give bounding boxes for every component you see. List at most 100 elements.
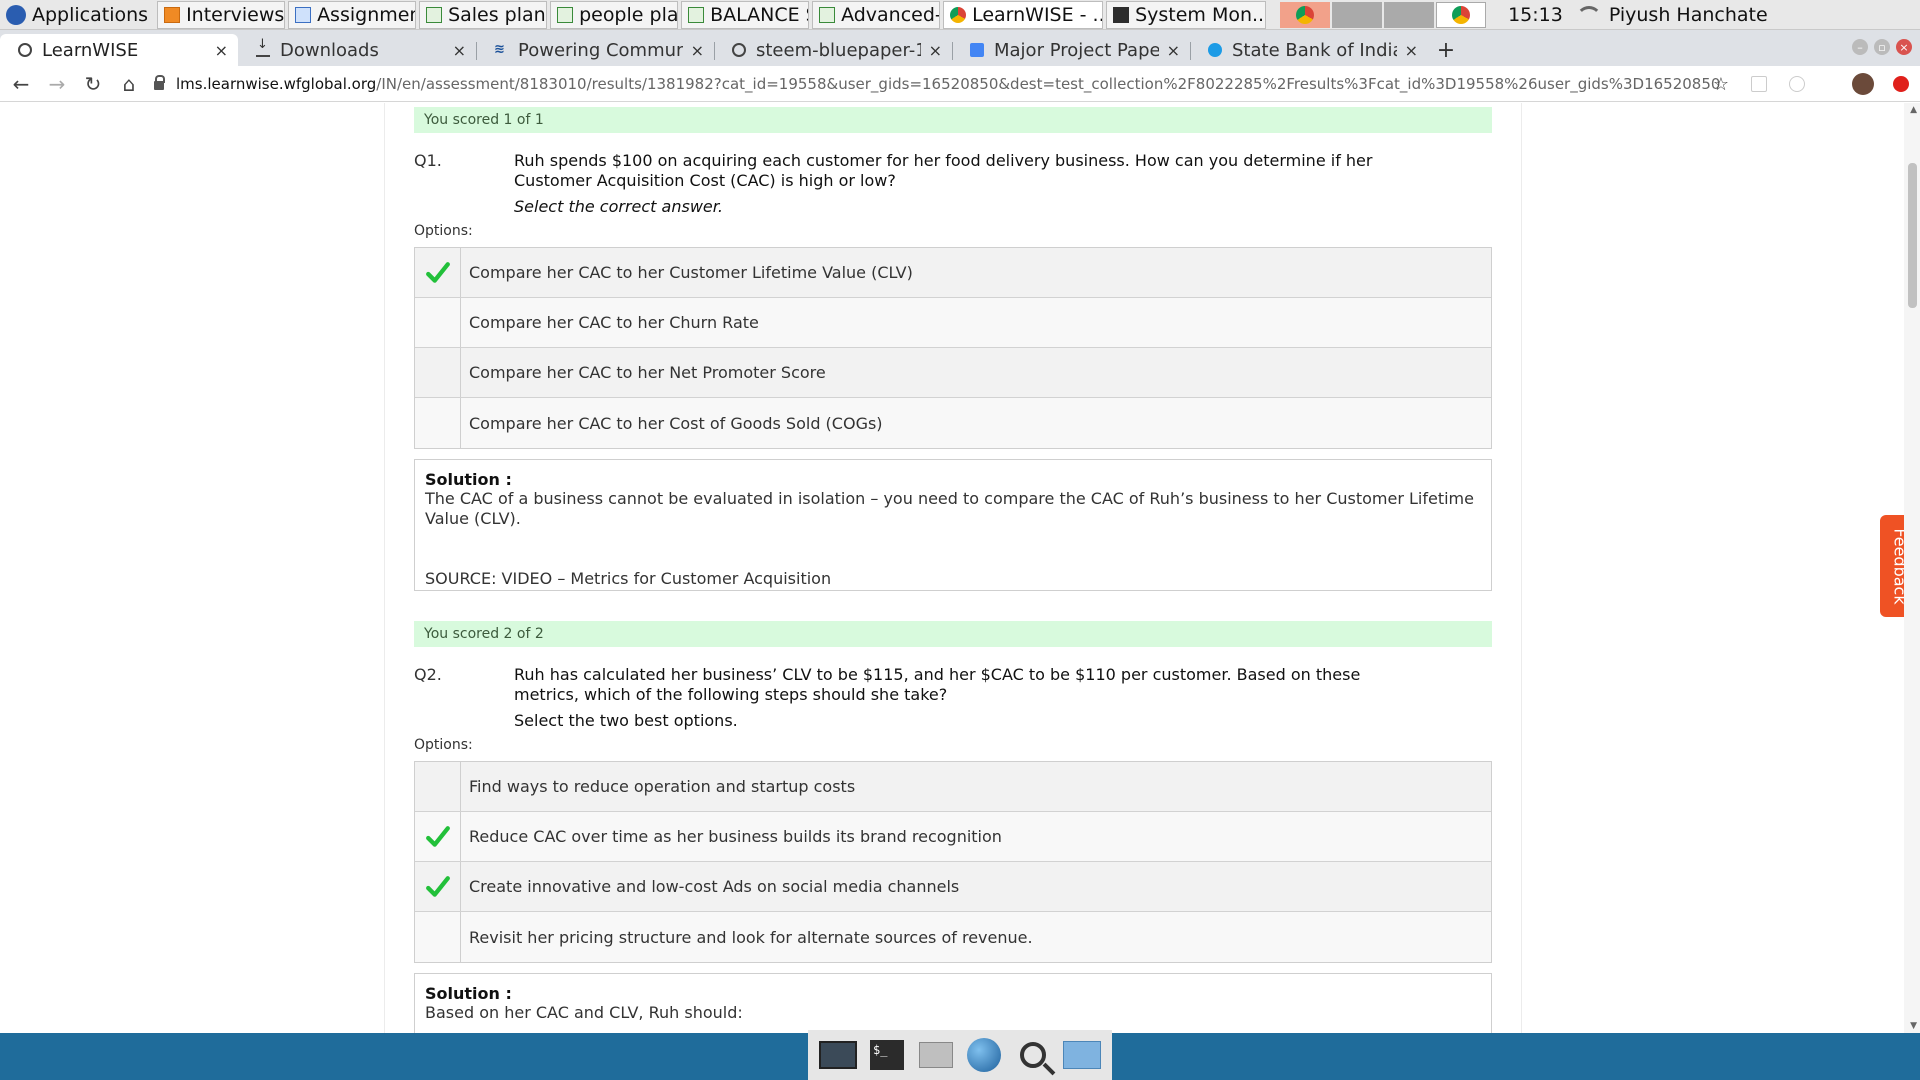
- page-viewport: You scored 1 of 1 Q1. Ruh spends $100 on…: [0, 103, 1920, 1033]
- address-bar[interactable]: lms.learnwise.wfglobal.org/IN/en/assessm…: [154, 70, 1774, 98]
- extension-icon[interactable]: [1888, 71, 1914, 97]
- tab-title: Downloads: [280, 39, 379, 61]
- taskbar-item-learnwise[interactable]: LearnWISE - ...: [943, 0, 1104, 29]
- option-text: Compare her CAC to her Net Promoter Scor…: [469, 363, 826, 382]
- adblock-icon: [1893, 76, 1909, 92]
- option-mark: [415, 862, 461, 911]
- user-name[interactable]: Piyush Hanchate: [1609, 4, 1768, 26]
- tab-major-project[interactable]: Major Project Paper ( ×: [952, 34, 1190, 66]
- page-scrollbar[interactable]: ▲ ▼: [1904, 103, 1920, 1033]
- tray-chrome-app[interactable]: [1280, 1, 1331, 28]
- dock-show-desktop[interactable]: [818, 1036, 858, 1074]
- option-text: Compare her CAC to her Cost of Goods Sol…: [469, 413, 883, 433]
- extension-icon[interactable]: [1784, 71, 1810, 97]
- back-button[interactable]: ←: [6, 69, 36, 99]
- close-icon[interactable]: ×: [215, 41, 228, 60]
- close-icon[interactable]: ×: [453, 41, 466, 60]
- forward-button[interactable]: →: [42, 69, 72, 99]
- taskbar-item-system-monitor[interactable]: System Mon...: [1106, 0, 1267, 29]
- tray-workspace-1[interactable]: [1332, 1, 1383, 28]
- dock-terminal[interactable]: $_: [867, 1036, 907, 1074]
- tab-state-bank[interactable]: State Bank of India ×: [1190, 34, 1428, 66]
- check-icon: [425, 825, 450, 847]
- solution-title: Solution :: [425, 984, 512, 1003]
- options-label: Options:: [414, 223, 473, 239]
- taskbar-item-advanced[interactable]: Advanced-E...: [812, 0, 941, 29]
- wifi-icon[interactable]: [1575, 5, 1602, 24]
- option-row: Create innovative and low-cost Ads on so…: [415, 862, 1491, 912]
- terminal-icon: $_: [869, 1040, 904, 1070]
- close-icon[interactable]: ×: [691, 41, 704, 60]
- question-text: Ruh has calculated her business’ CLV to …: [514, 665, 1361, 704]
- chrome-icon: [950, 6, 967, 23]
- check-icon: [425, 875, 450, 897]
- new-tab-button[interactable]: +: [1428, 34, 1464, 66]
- close-icon[interactable]: ×: [929, 41, 942, 60]
- bookmark-star-icon[interactable]: ☆: [1708, 71, 1734, 97]
- maximize-icon[interactable]: ▫: [1874, 39, 1890, 55]
- url-host: lms.learnwise.wfglobal.org: [176, 74, 377, 93]
- applications-label: Applications: [32, 3, 149, 26]
- browser-tab-bar: LearnWISE × Downloads × ≋ Powering Commu…: [0, 30, 1920, 66]
- taskbar-item-label: Interviews f...: [186, 3, 285, 26]
- tab-title: Powering Communit: [518, 39, 683, 61]
- taskbar-item-assignment[interactable]: Assignment_...: [288, 0, 417, 29]
- dock-files[interactable]: [1062, 1036, 1102, 1074]
- options-table: Compare her CAC to her Customer Lifetime…: [414, 247, 1492, 449]
- extension-icon[interactable]: [1746, 71, 1772, 97]
- arrow-left-icon: ←: [12, 71, 30, 96]
- taskbar-item-label: Advanced-E...: [841, 3, 941, 26]
- browser-toolbar: ← → ↻ ⌂ lms.learnwise.wfglobal.org/IN/en…: [0, 66, 1920, 102]
- option-mark: [415, 248, 461, 297]
- doc-icon: [295, 6, 312, 23]
- home-button[interactable]: ⌂: [114, 69, 144, 99]
- chrome-icon: [1296, 5, 1315, 24]
- solution-box: Solution : Based on her CAC and CLV, Ruh…: [414, 973, 1492, 1033]
- scroll-up-icon[interactable]: ▲: [1910, 105, 1917, 115]
- taskbar-item-people-plan[interactable]: people plan....: [550, 0, 679, 29]
- dock-web-browser[interactable]: [964, 1036, 1004, 1074]
- solution-source: SOURCE: VIDEO – Metrics for Customer Acq…: [425, 569, 832, 588]
- taskbar-item-interviews[interactable]: Interviews f...: [157, 0, 286, 29]
- option-mark: [415, 912, 461, 962]
- globe-icon: [732, 43, 746, 57]
- google-docs-icon: [970, 43, 984, 57]
- check-icon: [425, 261, 450, 283]
- extension-circle-icon: [1789, 76, 1805, 92]
- home-icon: ⌂: [122, 71, 136, 96]
- minimize-icon[interactable]: –: [1852, 39, 1868, 55]
- scrollbar-thumb[interactable]: [1908, 163, 1917, 308]
- toolbar-right: ☆: [1702, 66, 1920, 102]
- tab-title: State Bank of India: [1232, 39, 1397, 61]
- taskbar-item-balance-sheet[interactable]: BALANCE SH...: [681, 0, 810, 29]
- taskbar-item-sales-plan[interactable]: Sales plan.xl...: [419, 0, 548, 29]
- sheet-icon: [688, 6, 705, 23]
- solution-box: Solution : The CAC of a business cannot …: [414, 459, 1492, 591]
- dock-home-folder[interactable]: [916, 1036, 956, 1074]
- reload-button[interactable]: ↻: [78, 69, 108, 99]
- close-icon[interactable]: ×: [1405, 41, 1418, 60]
- arrow-right-icon: →: [48, 71, 66, 96]
- applications-menu[interactable]: Applications: [0, 1, 154, 29]
- lock-icon[interactable]: [154, 75, 165, 90]
- search-icon: [1019, 1042, 1046, 1068]
- question-number: Q2.: [414, 665, 442, 684]
- profile-avatar[interactable]: [1850, 71, 1876, 97]
- download-icon: [256, 37, 270, 57]
- question-text: Ruh spends $100 on acquiring each custom…: [514, 151, 1373, 190]
- tab-downloads[interactable]: Downloads ×: [238, 34, 476, 66]
- close-icon[interactable]: ×: [1167, 41, 1180, 60]
- tab-learnwise[interactable]: LearnWISE ×: [0, 34, 238, 66]
- tray-workspace-2[interactable]: [1384, 1, 1435, 28]
- dock-search[interactable]: [1013, 1036, 1053, 1074]
- scroll-down-icon[interactable]: ▼: [1910, 1021, 1917, 1031]
- clock: 15:13: [1508, 3, 1563, 26]
- option-text: Compare her CAC to her Churn Rate: [469, 313, 759, 332]
- tab-steem-bluepaper[interactable]: steem-bluepaper-1.p ×: [714, 34, 952, 66]
- applications-icon: [6, 4, 26, 25]
- tab-powering-community[interactable]: ≋ Powering Communit ×: [476, 34, 714, 66]
- tray-chrome-window[interactable]: [1436, 1, 1487, 28]
- score-banner: You scored 1 of 1: [414, 107, 1492, 133]
- option-row: Find ways to reduce operation and startu…: [415, 762, 1491, 812]
- window-close-icon[interactable]: ×: [1896, 39, 1912, 55]
